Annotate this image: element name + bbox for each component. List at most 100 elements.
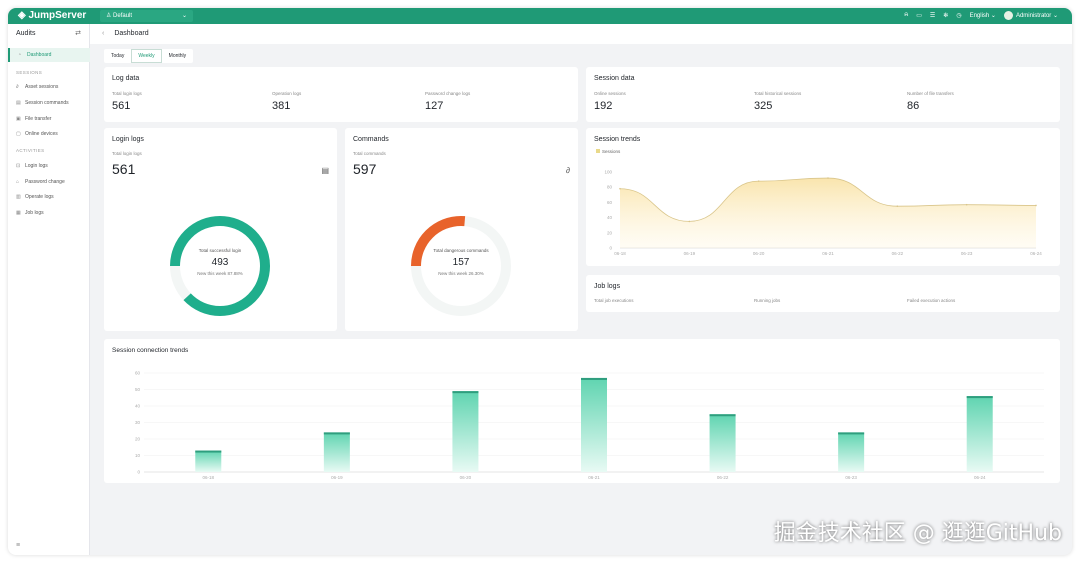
- stat-label: Total historical sessions: [754, 91, 802, 96]
- data-point: [619, 187, 621, 190]
- org-select[interactable]: ♙ Default ⌄: [100, 10, 193, 22]
- session-data-card: Session data Online sessions 192 Total h…: [586, 67, 1060, 122]
- logo-icon: ◈: [18, 10, 29, 21]
- sidebar-item-file-transfer[interactable]: ▣ File transfer: [8, 112, 90, 126]
- sidebar-item-password-change[interactable]: ⌂ Password change: [8, 175, 90, 189]
- language-select[interactable]: English ⌄: [970, 12, 996, 19]
- sidebar-item-session-commands[interactable]: ▤ Session commands: [8, 96, 90, 110]
- x-tick-label: 06-21: [588, 475, 600, 480]
- stat-value: 86: [907, 100, 920, 112]
- user-menu[interactable]: Administrator ⌄: [1003, 11, 1058, 20]
- collapse-menu-icon[interactable]: ≡: [16, 542, 20, 549]
- stat-label: Operation logs: [272, 91, 302, 96]
- bar: [452, 391, 479, 472]
- stat-label: Password change logs: [425, 91, 471, 96]
- chevron-down-icon: ⌄: [181, 13, 187, 19]
- data-point: [965, 203, 968, 206]
- bar: [838, 432, 865, 472]
- sidebar: Audits ⇄ ◔ Dashboard SESSIONS ∂ Asset sess…: [8, 24, 90, 555]
- list-icon[interactable]: ☰: [930, 12, 935, 19]
- lock-icon: ⌂: [16, 179, 20, 185]
- stat-value: 192: [594, 100, 613, 112]
- link-icon: ∂: [16, 84, 19, 90]
- page-title: Dashboard: [114, 30, 149, 37]
- bar-cap: [323, 432, 350, 435]
- tab-today[interactable]: Today: [104, 49, 131, 63]
- clipboard-icon: ▥: [16, 194, 21, 200]
- sidebar-item-dashboard[interactable]: ◔ Dashboard: [8, 48, 90, 62]
- donut-ratio: New this week 26.30%: [438, 271, 484, 276]
- y-tick-label: 40: [607, 215, 613, 220]
- sidebar-item-job-logs[interactable]: ▦ Job logs: [8, 206, 90, 220]
- group-activities: ACTIVITIES: [16, 148, 45, 153]
- stat-label: Running jobs: [754, 298, 781, 303]
- donut-value: 493: [211, 257, 229, 268]
- bar: [195, 450, 222, 472]
- donut-ratio: New this week 87.88%: [197, 271, 243, 276]
- bar-cap: [195, 450, 222, 453]
- help-icon[interactable]: ◷: [956, 12, 961, 19]
- card-title: Commands: [353, 136, 389, 143]
- bar-cap: [581, 377, 607, 380]
- y-tick-label: 100: [604, 170, 612, 175]
- session-connection-card: Session connection trends 0 10 20 30 40 50 60 0…: [104, 339, 1060, 483]
- card-title: Job logs: [594, 283, 621, 290]
- stat-value: 325: [754, 100, 773, 112]
- x-tick-label: 06-21: [822, 251, 834, 256]
- stat-label: Number of file transfers: [907, 91, 954, 96]
- bar: [581, 377, 607, 472]
- sidebar-item-online-devices[interactable]: ▢ Online devices: [8, 127, 90, 141]
- y-tick-label: 80: [607, 185, 613, 190]
- x-tick-label: 06-18: [203, 475, 215, 480]
- gear-icon[interactable]: ✻: [943, 12, 948, 19]
- x-tick-label: 06-19: [684, 251, 696, 256]
- login-logs-card: Login logs Total login logs 561 ▤ Total …: [104, 128, 337, 331]
- x-tick-label: 06-22: [892, 251, 904, 256]
- card-title: Session data: [594, 75, 635, 82]
- stat-value: 561: [112, 100, 131, 112]
- area-fill: [620, 178, 1036, 248]
- monitor-icon[interactable]: ▭: [916, 12, 922, 19]
- bar: [966, 396, 993, 472]
- stat-value: 127: [425, 100, 444, 112]
- y-tick-label: 20: [607, 230, 613, 235]
- top-header: ◈ JumpServer ♙ Default ⌄ ⍾ ▭ ☰ ✻ ◷ Englis…: [8, 8, 1072, 24]
- stat-value: 381: [272, 100, 291, 112]
- period-tabs: Today Weekly Monthly: [104, 49, 194, 63]
- bar-cap: [838, 432, 865, 435]
- data-point: [1035, 204, 1037, 207]
- data-point: [688, 220, 691, 223]
- x-tick-label: 06-24: [974, 475, 986, 480]
- stat-label: Total login logs: [112, 151, 142, 156]
- x-tick-label: 06-20: [460, 475, 472, 480]
- data-point: [827, 177, 829, 179]
- stat-label: Total login logs: [112, 91, 142, 96]
- back-icon[interactable]: ‹: [102, 30, 104, 37]
- sidebar-item-login-logs[interactable]: ⊡ Login logs: [8, 159, 90, 173]
- link-icon[interactable]: ∂: [566, 166, 570, 175]
- tab-weekly[interactable]: Weekly: [131, 49, 162, 63]
- bell-icon[interactable]: ⍾: [904, 12, 908, 19]
- x-tick-label: 06-18: [614, 251, 626, 256]
- y-tick-label: 0: [609, 246, 612, 251]
- donut-label: Total dangerous commands: [433, 248, 489, 253]
- commands-card: Commands Total commands 597 ∂ Total dang…: [345, 128, 578, 331]
- card-title: Login logs: [112, 136, 144, 143]
- donut-label: Total successful login: [198, 248, 242, 253]
- data-point: [896, 205, 899, 207]
- donut-value: 157: [452, 257, 470, 268]
- stat-value: 561: [112, 161, 136, 177]
- sidebar-item-asset-sessions[interactable]: ∂ Asset sessions: [8, 80, 90, 94]
- report-icon[interactable]: ▤: [321, 166, 329, 175]
- watermark: 掘金技术社区 @ 逛逛GitHub: [773, 521, 1062, 546]
- tab-monthly[interactable]: Monthly: [162, 49, 194, 63]
- sidebar-item-operate-logs[interactable]: ▥ Operate logs: [8, 190, 90, 204]
- x-tick-label: 06-23: [961, 251, 973, 256]
- y-tick-label: 50: [135, 387, 141, 392]
- logo[interactable]: ◈ JumpServer: [18, 10, 86, 21]
- switch-view-icon[interactable]: ⇄: [75, 29, 81, 37]
- y-tick-label: 10: [135, 453, 141, 458]
- bar: [709, 414, 736, 472]
- job-logs-card: Job logs Total job executions Running jo…: [586, 275, 1060, 312]
- terminal-icon: ▤: [16, 100, 21, 106]
